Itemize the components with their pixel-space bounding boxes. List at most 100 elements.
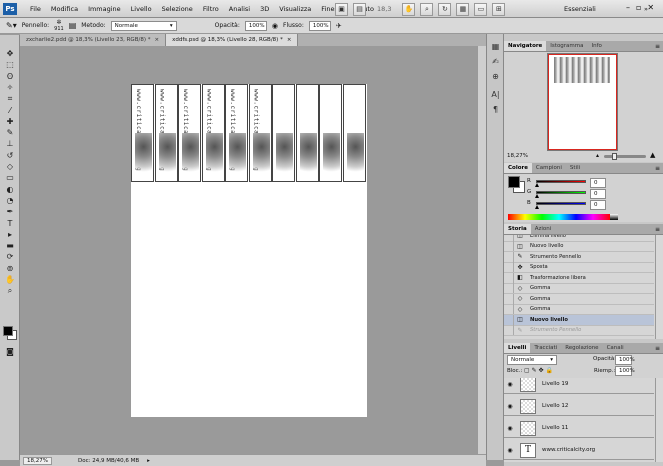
type-tool-icon[interactable]: T (4, 218, 16, 229)
bridge-icon[interactable]: ▣ (335, 2, 348, 16)
history-scrollbar[interactable] (655, 235, 663, 339)
channel-value-input[interactable]: 0 (590, 178, 606, 188)
slider-thumb[interactable] (535, 194, 539, 198)
status-menu-icon[interactable]: ▸ (147, 458, 150, 464)
panel-tab[interactable]: Stili (566, 163, 584, 173)
slider-thumb[interactable] (535, 205, 539, 209)
panel-tab[interactable]: Regolazione (561, 343, 602, 353)
panel-menu-icon[interactable]: ≡ (655, 343, 663, 353)
history-item[interactable]: ◧ Trasformazione libera (504, 272, 654, 284)
history-item[interactable]: ◇ Gomma (504, 293, 654, 305)
menu-item[interactable]: Modifica (46, 5, 83, 13)
history-item[interactable]: ✎ Strumento Pennello (504, 251, 654, 263)
marquee-tool-icon[interactable]: ⬚ (4, 59, 16, 70)
lasso-tool-icon[interactable]: ʘ (4, 71, 16, 82)
character-icon[interactable]: A| (490, 89, 501, 100)
spectrum-black-white[interactable] (610, 214, 618, 220)
mini-bridge-icon[interactable]: ▤ (353, 2, 366, 16)
menu-item[interactable]: Analisi (224, 5, 255, 13)
menu-item[interactable]: File (25, 5, 46, 13)
layer-opacity-input[interactable]: 100% (615, 355, 635, 365)
3d-camera-tool-icon[interactable]: ⊚ (4, 263, 16, 274)
menu-item[interactable]: Selezione (157, 5, 198, 13)
history-source-checkbox[interactable] (504, 241, 514, 252)
panel-tab[interactable]: Campioni (532, 163, 566, 173)
pen-tool-icon[interactable]: ✒ (4, 206, 16, 217)
history-item[interactable]: ◫ Nuovo livello (504, 241, 654, 252)
menu-item[interactable]: Livello (126, 5, 157, 13)
document-tab[interactable]: zxcharlie2.pdd @ 18,3% (Livello 23, RGB/… (20, 34, 167, 46)
hand-icon[interactable]: ✋ (402, 2, 416, 16)
history-item[interactable]: ◇ Gomma (504, 283, 654, 294)
layer-row[interactable]: ◉ Twww.criticalcity.org (504, 441, 654, 460)
quick-select-tool-icon[interactable]: ✧ (4, 82, 16, 93)
history-item[interactable]: ✥ Sposta (504, 262, 654, 273)
quick-mask-icon[interactable]: ◙ (4, 346, 16, 357)
history-source-checkbox[interactable] (504, 235, 514, 241)
brush-tool-icon[interactable]: ✎▾ (6, 21, 17, 30)
healing-brush-tool-icon[interactable]: ✚ (4, 116, 16, 127)
panel-tab[interactable]: Istogramma (546, 41, 587, 51)
panel-menu-icon[interactable]: ≡ (655, 163, 663, 173)
hand-tool-icon[interactable]: ✋ (4, 274, 16, 285)
minimize-icon[interactable]: – (626, 3, 630, 12)
close-icon[interactable]: ✕ (647, 3, 654, 12)
lock-icons[interactable]: ▢ ✎ ✥ 🔒 (524, 367, 553, 374)
slider-thumb[interactable] (612, 153, 617, 160)
panel-tab[interactable]: Livelli (504, 343, 531, 353)
zoom-out-icon[interactable]: ▴ (596, 152, 599, 159)
zoom-tool-icon[interactable]: ⌕ (4, 285, 16, 296)
history-source-checkbox[interactable] (504, 262, 514, 273)
panel-tab[interactable]: Colore (504, 163, 532, 173)
panel-tab[interactable]: Tracciati (530, 343, 561, 353)
foreground-color-swatch[interactable] (3, 326, 13, 336)
navigator-thumbnail[interactable] (547, 53, 618, 151)
status-zoom[interactable]: 18,27% (23, 456, 52, 465)
panel-tab[interactable]: Info (588, 41, 606, 51)
history-source-checkbox[interactable] (504, 304, 514, 315)
layer-row[interactable]: ◉ Livello 12 (504, 397, 654, 416)
panel-menu-icon[interactable]: ≡ (655, 224, 663, 234)
crop-tool-icon[interactable]: ⌗ (4, 93, 16, 104)
layer-comps-icon[interactable]: ▦ (490, 41, 501, 52)
menu-item[interactable]: 3D (255, 5, 274, 13)
history-source-checkbox[interactable] (504, 325, 514, 336)
dodge-tool-icon[interactable]: ◔ (4, 195, 16, 206)
fill-input[interactable]: 100% (615, 366, 635, 376)
menu-item[interactable]: Immagine (83, 5, 126, 13)
history-source-checkbox[interactable] (504, 314, 514, 325)
brush-panel-icon[interactable]: ▤ (69, 21, 77, 30)
paragraph-icon[interactable]: ¶ (490, 104, 501, 115)
slider-thumb[interactable] (535, 183, 539, 187)
navigator-zoom[interactable]: 18,27% (507, 153, 528, 159)
color-spectrum[interactable] (508, 214, 610, 220)
close-icon[interactable]: × (287, 37, 292, 43)
channel-value-input[interactable]: 0 (590, 200, 606, 210)
clone-source-icon[interactable]: ⊕ (490, 71, 501, 82)
eye-icon[interactable]: ◉ (504, 447, 516, 454)
document-tab[interactable]: xddfs.psd @ 18,3% (Livello 28, RGB/8) * × (166, 34, 299, 46)
eyedropper-tool-icon[interactable]: ⁄ (4, 105, 16, 116)
clone-stamp-tool-icon[interactable]: ⊥ (4, 138, 16, 149)
restore-icon[interactable]: ▫ (636, 3, 641, 12)
canvas-scrollbar[interactable] (477, 46, 486, 454)
menu-item[interactable]: Filtro (198, 5, 224, 13)
opacity-input[interactable]: 100% (244, 20, 267, 31)
zoom-icon[interactable]: ⌕ (420, 2, 434, 16)
path-select-tool-icon[interactable]: ▸ (4, 229, 16, 240)
history-item[interactable]: ◇ Gomma (504, 304, 654, 315)
blend-mode-select[interactable]: Normale ▾ (507, 355, 557, 365)
move-tool-icon[interactable]: ✥ (4, 48, 16, 59)
shape-tool-icon[interactable]: ▬ (4, 240, 16, 251)
history-source-checkbox[interactable] (504, 283, 514, 294)
history-item[interactable]: ✎ Strumento Pennello (504, 325, 654, 336)
panel-tab[interactable]: Storia (504, 224, 531, 234)
gradient-tool-icon[interactable]: ▭ (4, 172, 16, 183)
panel-tab[interactable]: Canali (603, 343, 628, 353)
history-source-checkbox[interactable] (504, 272, 514, 283)
navigator-zoom-slider[interactable] (604, 153, 646, 160)
close-icon[interactable]: × (154, 37, 159, 43)
flow-input[interactable]: 100% (308, 20, 331, 31)
document-canvas[interactable]: www.criticalcity.org www.criticalcity.org… (131, 84, 367, 417)
eye-icon[interactable]: ◉ (504, 403, 516, 410)
